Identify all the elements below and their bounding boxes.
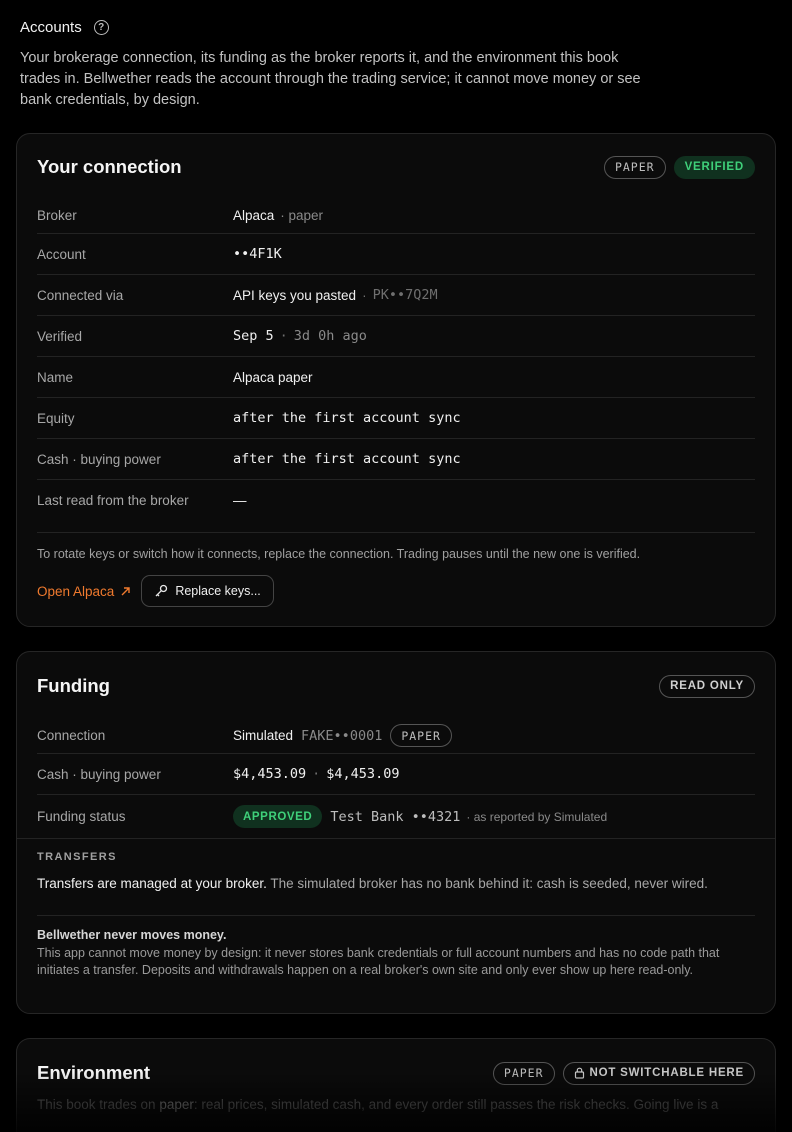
row-label: Cash · buying power [37,766,161,782]
environment-body-post: : real prices, simulated cash, and every… [193,1097,719,1112]
broker-env: · paper [280,208,324,223]
separator: · [312,766,321,782]
approved-badge: APPROVED [233,805,323,828]
row-verified: Verified Sep 5 · 3d 0h ago [37,316,755,357]
row-label: Equity [37,410,75,426]
paper-badge: PAPER [492,1061,555,1085]
funding-title: Funding [37,675,110,696]
environment-body: This book trades on paper: real prices, … [17,1097,775,1112]
key-id: PK••7Q2M [372,287,438,303]
row-label: Broker [37,208,77,223]
row-label: Connection [37,728,106,743]
page-header: Accounts ? Your brokerage connection, it… [20,18,660,111]
paper-badge: PAPER [603,155,666,179]
replace-keys-button[interactable]: Replace keys... [141,575,274,607]
transfers-rest: The simulated broker has no bank behind … [266,876,708,891]
environment-body-strong: paper [159,1097,194,1112]
transfers-label: TRANSFERS [37,851,117,863]
row-label: Name [37,369,74,385]
funding-card: Funding READ ONLY Connection Simulated FA… [16,651,776,1014]
transfers-divider [37,915,755,916]
connection-card: Your connection PAPER VERIFIED Broker Al… [16,133,776,627]
verified-ago: 3d 0h ago [293,328,367,344]
row-label: Verified [37,328,83,344]
replace-keys-label: Replace keys... [175,584,261,598]
row-broker: Broker Alpaca · paper [37,198,755,234]
transfers-strong: Transfers are managed at your broker. [37,876,267,891]
row-funding-status: Funding status APPROVED Test Bank ••4321 ·… [37,795,755,838]
transfers-section: TRANSFERS Transfers are managed at your … [17,838,775,979]
row-account: Account ••4F1K [37,234,755,275]
open-alpaca-label: Open Alpaca [37,583,115,599]
bank-account: Test Bank ••4321 [330,808,461,825]
connection-rows: Broker Alpaca · paper Account ••4F1K Conn… [17,198,775,533]
transfers-text: Transfers are managed at your broker. Th… [37,876,755,891]
buying-power-amount: $4,453.09 [326,766,400,782]
funding-rows: Connection Simulated FAKE••0001 PAPER Cash… [17,718,775,838]
row-name: Name Alpaca paper [37,357,755,398]
cash-amount: $4,453.09 [233,766,307,782]
verified-date: Sep 5 [233,328,274,344]
environment-card: Environment PAPER NOT SWITCHABLE HERE Th… [16,1038,776,1132]
lock-icon [574,1067,584,1079]
row-equity: Equity after the first account sync [37,398,755,439]
never-moves-title: Bellwether never moves money. [37,928,227,942]
row-connected-via: Connected via API keys you pasted · PK••7Q… [37,275,755,316]
not-switchable-badge: NOT SWITCHABLE HERE [562,1061,755,1085]
verified-badge: VERIFIED [673,155,755,179]
key-icon [155,584,168,597]
connection-note: To rotate keys or switch how it connects… [37,547,641,561]
environment-title: Environment [37,1062,151,1083]
page-title: Accounts [20,18,82,36]
cash-value: after the first account sync [233,451,461,467]
status-source: · as reported by Simulated [466,809,608,824]
read-only-badge: READ ONLY [659,674,755,698]
row-label: Account [37,246,86,262]
account-value: ••4F1K [233,246,282,262]
external-link-icon [121,586,131,595]
funding-account: FAKE••0001 [301,727,383,744]
funding-connection-value: Simulated [233,728,294,743]
connection-title: Your connection [37,156,182,177]
row-funding-cash: Cash · buying power $4,453.09 · $4,453.09 [37,754,755,795]
page-intro: Your brokerage connection, its funding a… [20,50,641,108]
row-label: Last read from the broker [37,492,189,508]
separator: · [362,287,367,303]
row-last-read: Last read from the broker — [37,480,755,533]
last-read-value: — [233,492,247,508]
paper-badge: PAPER [390,724,452,747]
open-alpaca-link[interactable]: Open Alpaca [37,584,131,599]
never-moves-body: This app cannot move money by design: it… [37,946,720,977]
equity-value: after the first account sync [233,410,461,426]
help-icon[interactable]: ? [93,19,109,35]
broker-value: Alpaca [233,208,275,223]
connected-via-value: API keys you pasted [233,287,357,303]
separator: · [279,328,288,344]
row-label: Connected via [37,287,124,303]
row-funding-connection: Connection Simulated FAKE••0001 PAPER [37,718,755,754]
row-cash: Cash · buying power after the first acco… [37,439,755,480]
row-label: Funding status [37,809,126,824]
row-label: Cash · buying power [37,451,161,467]
environment-body-pre: This book trades on [37,1097,160,1112]
not-switchable-label: NOT SWITCHABLE HERE [589,1067,744,1079]
name-value: Alpaca paper [233,369,313,385]
